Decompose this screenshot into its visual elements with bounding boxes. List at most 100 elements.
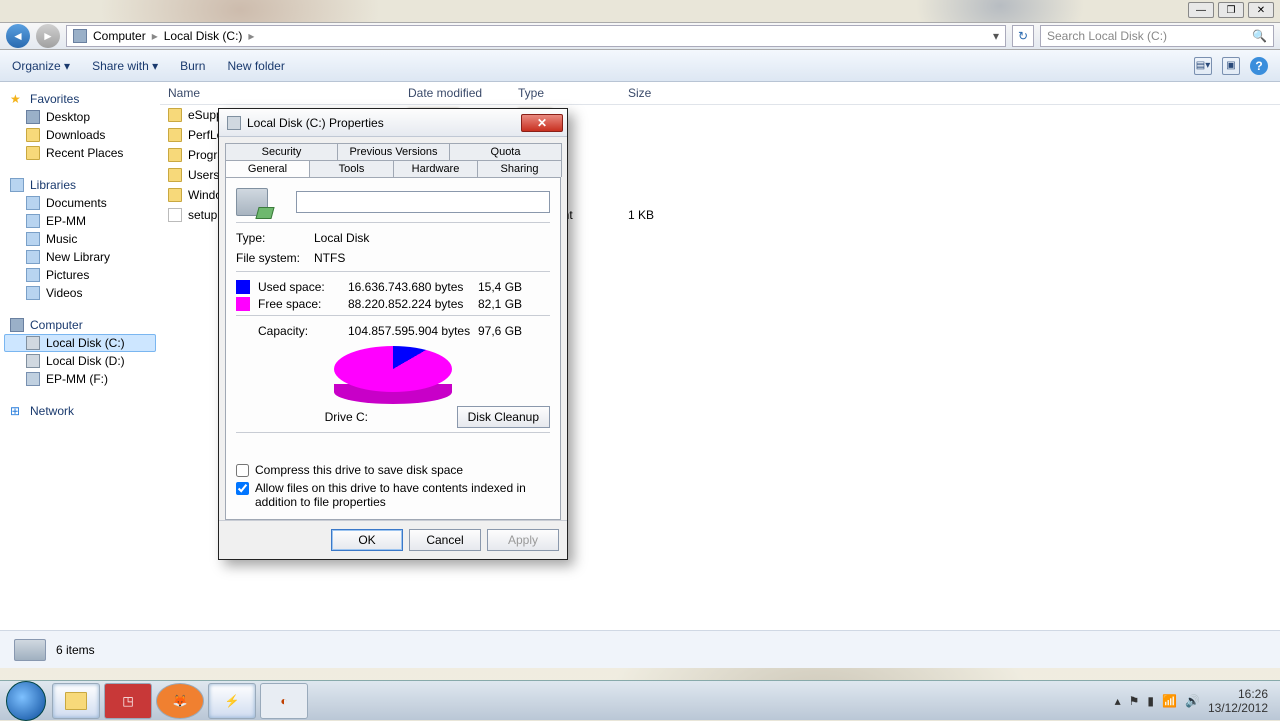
taskbar: ◳ 🦊 ⚡ ◐ ▴ ⚑ ▮ 📶 🔊 16:26 13/12/2012 xyxy=(0,680,1280,720)
free-bytes: 88.220.852.224 bytes xyxy=(348,297,478,311)
free-label: Free space: xyxy=(258,297,348,311)
sidebar-item-music[interactable]: Music xyxy=(4,230,156,248)
filesystem-value: NTFS xyxy=(314,251,345,265)
sidebar-item-new-library[interactable]: New Library xyxy=(4,248,156,266)
index-label: Allow files on this drive to have conten… xyxy=(255,481,550,509)
start-button[interactable] xyxy=(6,681,46,721)
command-bar: Organize ▾ Share with ▾ Burn New folder … xyxy=(0,50,1280,82)
compress-checkbox[interactable] xyxy=(236,464,249,477)
chevron-right-icon: ▸ xyxy=(152,29,158,43)
used-swatch-icon xyxy=(236,280,250,294)
filesystem-label: File system: xyxy=(236,251,314,265)
window-close-button[interactable]: ✕ xyxy=(1248,2,1274,18)
computer-icon xyxy=(73,29,87,43)
sidebar-item-local-disk-c[interactable]: Local Disk (C:) xyxy=(4,334,156,352)
sidebar-item-pictures[interactable]: Pictures xyxy=(4,266,156,284)
free-gb: 82,1 GB xyxy=(478,297,538,311)
index-checkbox[interactable] xyxy=(236,482,249,495)
taskbar-firefox[interactable]: 🦊 xyxy=(156,683,204,719)
sidebar-item-downloads[interactable]: Downloads xyxy=(4,126,156,144)
drive-icon xyxy=(227,116,241,130)
back-button[interactable]: ◄ xyxy=(6,24,30,48)
chevron-right-icon: ▸ xyxy=(248,29,254,43)
tab-general[interactable]: General xyxy=(225,160,310,177)
taskbar-winamp[interactable]: ⚡ xyxy=(208,683,256,719)
apply-button[interactable]: Apply xyxy=(487,529,559,551)
status-bar: 6 items xyxy=(0,630,1280,668)
window-maximize-button[interactable]: ❐ xyxy=(1218,2,1244,18)
tab-sharing[interactable]: Sharing xyxy=(477,160,562,177)
status-text: 6 items xyxy=(56,643,95,657)
tab-previous-versions[interactable]: Previous Versions xyxy=(337,143,450,160)
view-menu[interactable]: ▤▾ xyxy=(1194,57,1212,75)
breadcrumb-dropdown-icon[interactable]: ▾ xyxy=(993,29,999,43)
window-minimize-button[interactable]: — xyxy=(1188,2,1214,18)
preview-pane-button[interactable]: ▣ xyxy=(1222,57,1240,75)
capacity-label: Capacity: xyxy=(258,324,348,338)
network-header[interactable]: Network xyxy=(30,404,74,418)
crumb-computer[interactable]: Computer xyxy=(93,29,146,43)
computer-header[interactable]: Computer xyxy=(30,318,83,332)
navigation-pane: ★ Favorites Desktop Downloads Recent Plac… xyxy=(0,82,160,630)
computer-icon xyxy=(10,318,24,332)
refresh-button[interactable]: ↻ xyxy=(1012,25,1034,47)
type-value: Local Disk xyxy=(314,231,369,245)
used-label: Used space: xyxy=(258,280,348,294)
sidebar-item-local-disk-d[interactable]: Local Disk (D:) xyxy=(4,352,156,370)
column-name[interactable]: Name xyxy=(168,86,408,100)
tab-security[interactable]: Security xyxy=(225,143,338,160)
breadcrumb[interactable]: Computer ▸ Local Disk (C:) ▸ ▾ xyxy=(66,25,1006,47)
forward-button[interactable]: ► xyxy=(36,24,60,48)
free-swatch-icon xyxy=(236,297,250,311)
share-with-menu[interactable]: Share with ▾ xyxy=(92,59,158,73)
sidebar-item-videos[interactable]: Videos xyxy=(4,284,156,302)
tab-quota[interactable]: Quota xyxy=(449,143,562,160)
crumb-local-disk-c[interactable]: Local Disk (C:) xyxy=(164,29,243,43)
volume-label-input[interactable] xyxy=(296,191,550,213)
cancel-button[interactable]: Cancel xyxy=(409,529,481,551)
search-icon: 🔍 xyxy=(1252,29,1267,43)
sidebar-item-epmm[interactable]: EP-MM xyxy=(4,212,156,230)
search-placeholder: Search Local Disk (C:) xyxy=(1047,29,1167,43)
tray-volume-icon[interactable]: 🔊 xyxy=(1185,694,1200,708)
tray-chevron-icon[interactable]: ▴ xyxy=(1115,694,1121,708)
network-icon: ⊞ xyxy=(10,404,24,418)
column-date[interactable]: Date modified xyxy=(408,86,518,100)
organize-menu[interactable]: Organize ▾ xyxy=(12,59,70,73)
column-size[interactable]: Size xyxy=(628,86,698,100)
system-tray[interactable]: ▴ ⚑ ▮ 📶 🔊 16:26 13/12/2012 xyxy=(1115,687,1274,715)
tab-hardware[interactable]: Hardware xyxy=(393,160,478,177)
dialog-title: Local Disk (C:) Properties xyxy=(247,116,521,130)
sidebar-item-documents[interactable]: Documents xyxy=(4,194,156,212)
drive-large-icon xyxy=(236,188,268,216)
taskbar-avira[interactable]: ◳ xyxy=(104,683,152,719)
star-icon: ★ xyxy=(10,92,24,106)
sidebar-item-desktop[interactable]: Desktop xyxy=(4,108,156,126)
burn-button[interactable]: Burn xyxy=(180,59,205,73)
taskbar-ccleaner[interactable]: ◐ xyxy=(260,683,308,719)
compress-label: Compress this drive to save disk space xyxy=(255,463,463,477)
drive-c-label: Drive C: xyxy=(236,410,457,424)
favorites-header[interactable]: Favorites xyxy=(30,92,79,106)
tray-network-icon[interactable]: 📶 xyxy=(1162,694,1177,708)
column-type[interactable]: Type xyxy=(518,86,628,100)
sidebar-item-recent-places[interactable]: Recent Places xyxy=(4,144,156,162)
ok-button[interactable]: OK xyxy=(331,529,403,551)
new-folder-button[interactable]: New folder xyxy=(227,59,284,73)
taskbar-explorer[interactable] xyxy=(52,683,100,719)
tray-battery-icon[interactable]: ▮ xyxy=(1147,694,1154,708)
help-button[interactable]: ? xyxy=(1250,57,1268,75)
tray-flag-icon[interactable]: ⚑ xyxy=(1129,694,1140,708)
sidebar-item-epmm-f[interactable]: EP-MM (F:) xyxy=(4,370,156,388)
libraries-header[interactable]: Libraries xyxy=(30,178,76,192)
capacity-gb: 97,6 GB xyxy=(478,324,538,338)
disk-cleanup-button[interactable]: Disk Cleanup xyxy=(457,406,550,428)
tab-tools[interactable]: Tools xyxy=(309,160,394,177)
tray-clock[interactable]: 16:26 13/12/2012 xyxy=(1208,687,1274,715)
drive-icon xyxy=(14,639,46,661)
type-label: Type: xyxy=(236,231,314,245)
search-input[interactable]: Search Local Disk (C:) 🔍 xyxy=(1040,25,1274,47)
libraries-icon xyxy=(10,178,24,192)
used-bytes: 16.636.743.680 bytes xyxy=(348,280,478,294)
dialog-close-button[interactable]: ✕ xyxy=(521,114,563,132)
